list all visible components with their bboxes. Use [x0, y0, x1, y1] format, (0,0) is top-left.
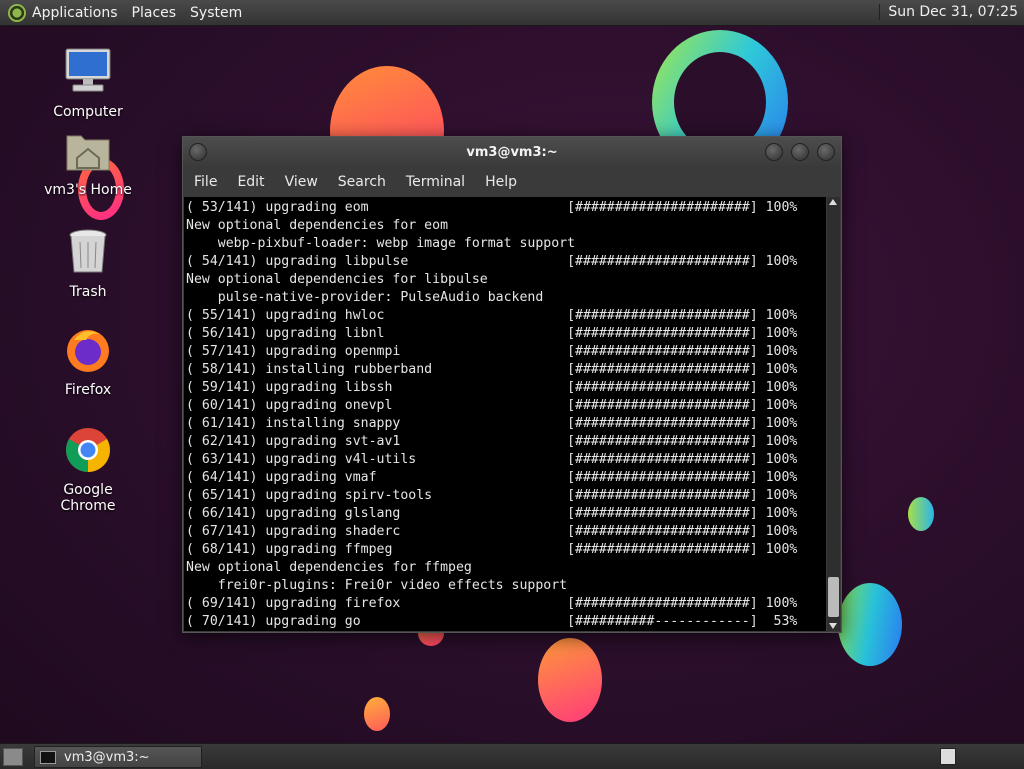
- terminal-line: ( 58/141) installing rubberband [#######…: [186, 362, 798, 377]
- desktop-icon-firefox[interactable]: Firefox: [38, 326, 138, 398]
- clock[interactable]: Sun Dec 31, 07:25: [879, 4, 1018, 20]
- minimize-button[interactable]: [765, 143, 783, 161]
- trash-icon: [69, 229, 107, 273]
- menu-applications[interactable]: Applications: [32, 5, 118, 21]
- terminal-line: New optional dependencies for libpulse: [186, 272, 488, 287]
- terminal-line: ( 56/141) upgrading libnl [#############…: [186, 326, 798, 341]
- terminal-line: ( 66/141) upgrading glslang [###########…: [186, 506, 798, 521]
- desktop-icon-label: Firefox: [64, 382, 112, 398]
- terminal-line: ( 64/141) upgrading vmaf [##############…: [186, 470, 798, 485]
- mate-logo-icon[interactable]: [8, 3, 26, 22]
- chrome-icon: [66, 428, 110, 472]
- terminal-line: ( 65/141) upgrading spirv-tools [#######…: [186, 488, 798, 503]
- terminal-line: ( 57/141) upgrading openmpi [###########…: [186, 344, 798, 359]
- terminal-line: ( 54/141) upgrading libpulse [##########…: [186, 254, 798, 269]
- wallpaper-orange-bottom-blob: [538, 638, 602, 722]
- scroll-up-icon[interactable]: [829, 199, 837, 205]
- scrollbar-thumb[interactable]: [828, 577, 839, 617]
- top-panel: Applications Places System Sun Dec 31, 0…: [0, 0, 1024, 26]
- terminal-line: New optional dependencies for eom: [186, 218, 449, 233]
- desktop-icon-label: Trash: [69, 284, 107, 300]
- close-button[interactable]: [817, 143, 835, 161]
- terminal-line: ( 63/141) upgrading v4l-utils [#########…: [186, 452, 798, 467]
- firefox-icon: [67, 330, 109, 372]
- menu-search[interactable]: Search: [338, 174, 386, 190]
- wallpaper-orange-tiny-blob: [364, 697, 390, 731]
- terminal-line: webp-pixbuf-loader: webp image format su…: [186, 236, 576, 251]
- terminal-line: ( 55/141) upgrading hwloc [#############…: [186, 308, 798, 323]
- terminal-scrollbar[interactable]: [827, 197, 840, 631]
- terminal-line: ( 70/141) upgrading go [##########------…: [186, 614, 798, 629]
- desktop-icon-chrome[interactable]: Google Chrome: [38, 426, 138, 514]
- terminal-line: pulse-native-provider: PulseAudio backen…: [186, 290, 544, 305]
- terminal-line: ( 69/141) upgrading firefox [###########…: [186, 596, 798, 611]
- menu-view[interactable]: View: [285, 174, 318, 190]
- menu-file[interactable]: File: [194, 174, 217, 190]
- terminal-line: ( 62/141) upgrading svt-av1 [###########…: [186, 434, 798, 449]
- menu-edit[interactable]: Edit: [237, 174, 264, 190]
- wallpaper-blue-blob: [838, 583, 902, 666]
- home-folder-icon: [66, 135, 110, 171]
- maximize-button[interactable]: [791, 143, 809, 161]
- workspace-switcher[interactable]: [940, 748, 956, 765]
- bottom-panel: vm3@vm3:~: [0, 743, 1024, 769]
- menu-terminal[interactable]: Terminal: [406, 174, 465, 190]
- terminal-line: ( 53/141) upgrading eom [###############…: [186, 200, 798, 215]
- terminal-line: ( 61/141) installing snappy [###########…: [186, 416, 798, 431]
- desktop-icon-trash[interactable]: Trash: [38, 228, 138, 300]
- menu-places[interactable]: Places: [132, 5, 177, 21]
- window-titlebar[interactable]: vm3@vm3:~: [183, 137, 841, 167]
- window-title: vm3@vm3:~: [466, 145, 558, 160]
- terminal-line: frei0r-plugins: Frei0r video effects sup…: [186, 578, 568, 593]
- computer-icon: [65, 48, 111, 92]
- terminal-window[interactable]: vm3@vm3:~ File Edit View Search Terminal…: [182, 136, 842, 633]
- terminal-output[interactable]: ( 53/141) upgrading eom [###############…: [184, 197, 826, 631]
- terminal-line: ( 60/141) upgrading onevpl [############…: [186, 398, 798, 413]
- terminal-line: ( 67/141) upgrading shaderc [###########…: [186, 524, 798, 539]
- desktop-icon-label: Computer: [53, 104, 123, 120]
- menu-help[interactable]: Help: [485, 174, 517, 190]
- terminal-text: ( 53/141) upgrading eom [###############…: [184, 197, 826, 631]
- wallpaper-blue-small-blob: [908, 497, 934, 531]
- show-desktop-icon[interactable]: [3, 748, 23, 766]
- scroll-down-icon[interactable]: [829, 623, 837, 629]
- taskbar-item-terminal[interactable]: vm3@vm3:~: [34, 746, 202, 768]
- desktop-icon-computer[interactable]: Computer: [38, 46, 138, 120]
- terminal-line: New optional dependencies for ffmpeg: [186, 560, 472, 575]
- menu-system[interactable]: System: [190, 5, 242, 21]
- terminal-menubar: File Edit View Search Terminal Help: [183, 167, 841, 197]
- desktop-icon-home[interactable]: vm3's Home: [38, 128, 138, 198]
- desktop-icon-label: vm3's Home: [44, 182, 132, 198]
- terminal-line: ( 68/141) upgrading ffmpeg [############…: [186, 542, 798, 557]
- terminal-icon: [40, 750, 56, 764]
- terminal-line: ( 59/141) upgrading libssh [############…: [186, 380, 798, 395]
- desktop-icon-label: Google Chrome: [60, 482, 116, 514]
- taskbar-item-label: vm3@vm3:~: [64, 749, 150, 765]
